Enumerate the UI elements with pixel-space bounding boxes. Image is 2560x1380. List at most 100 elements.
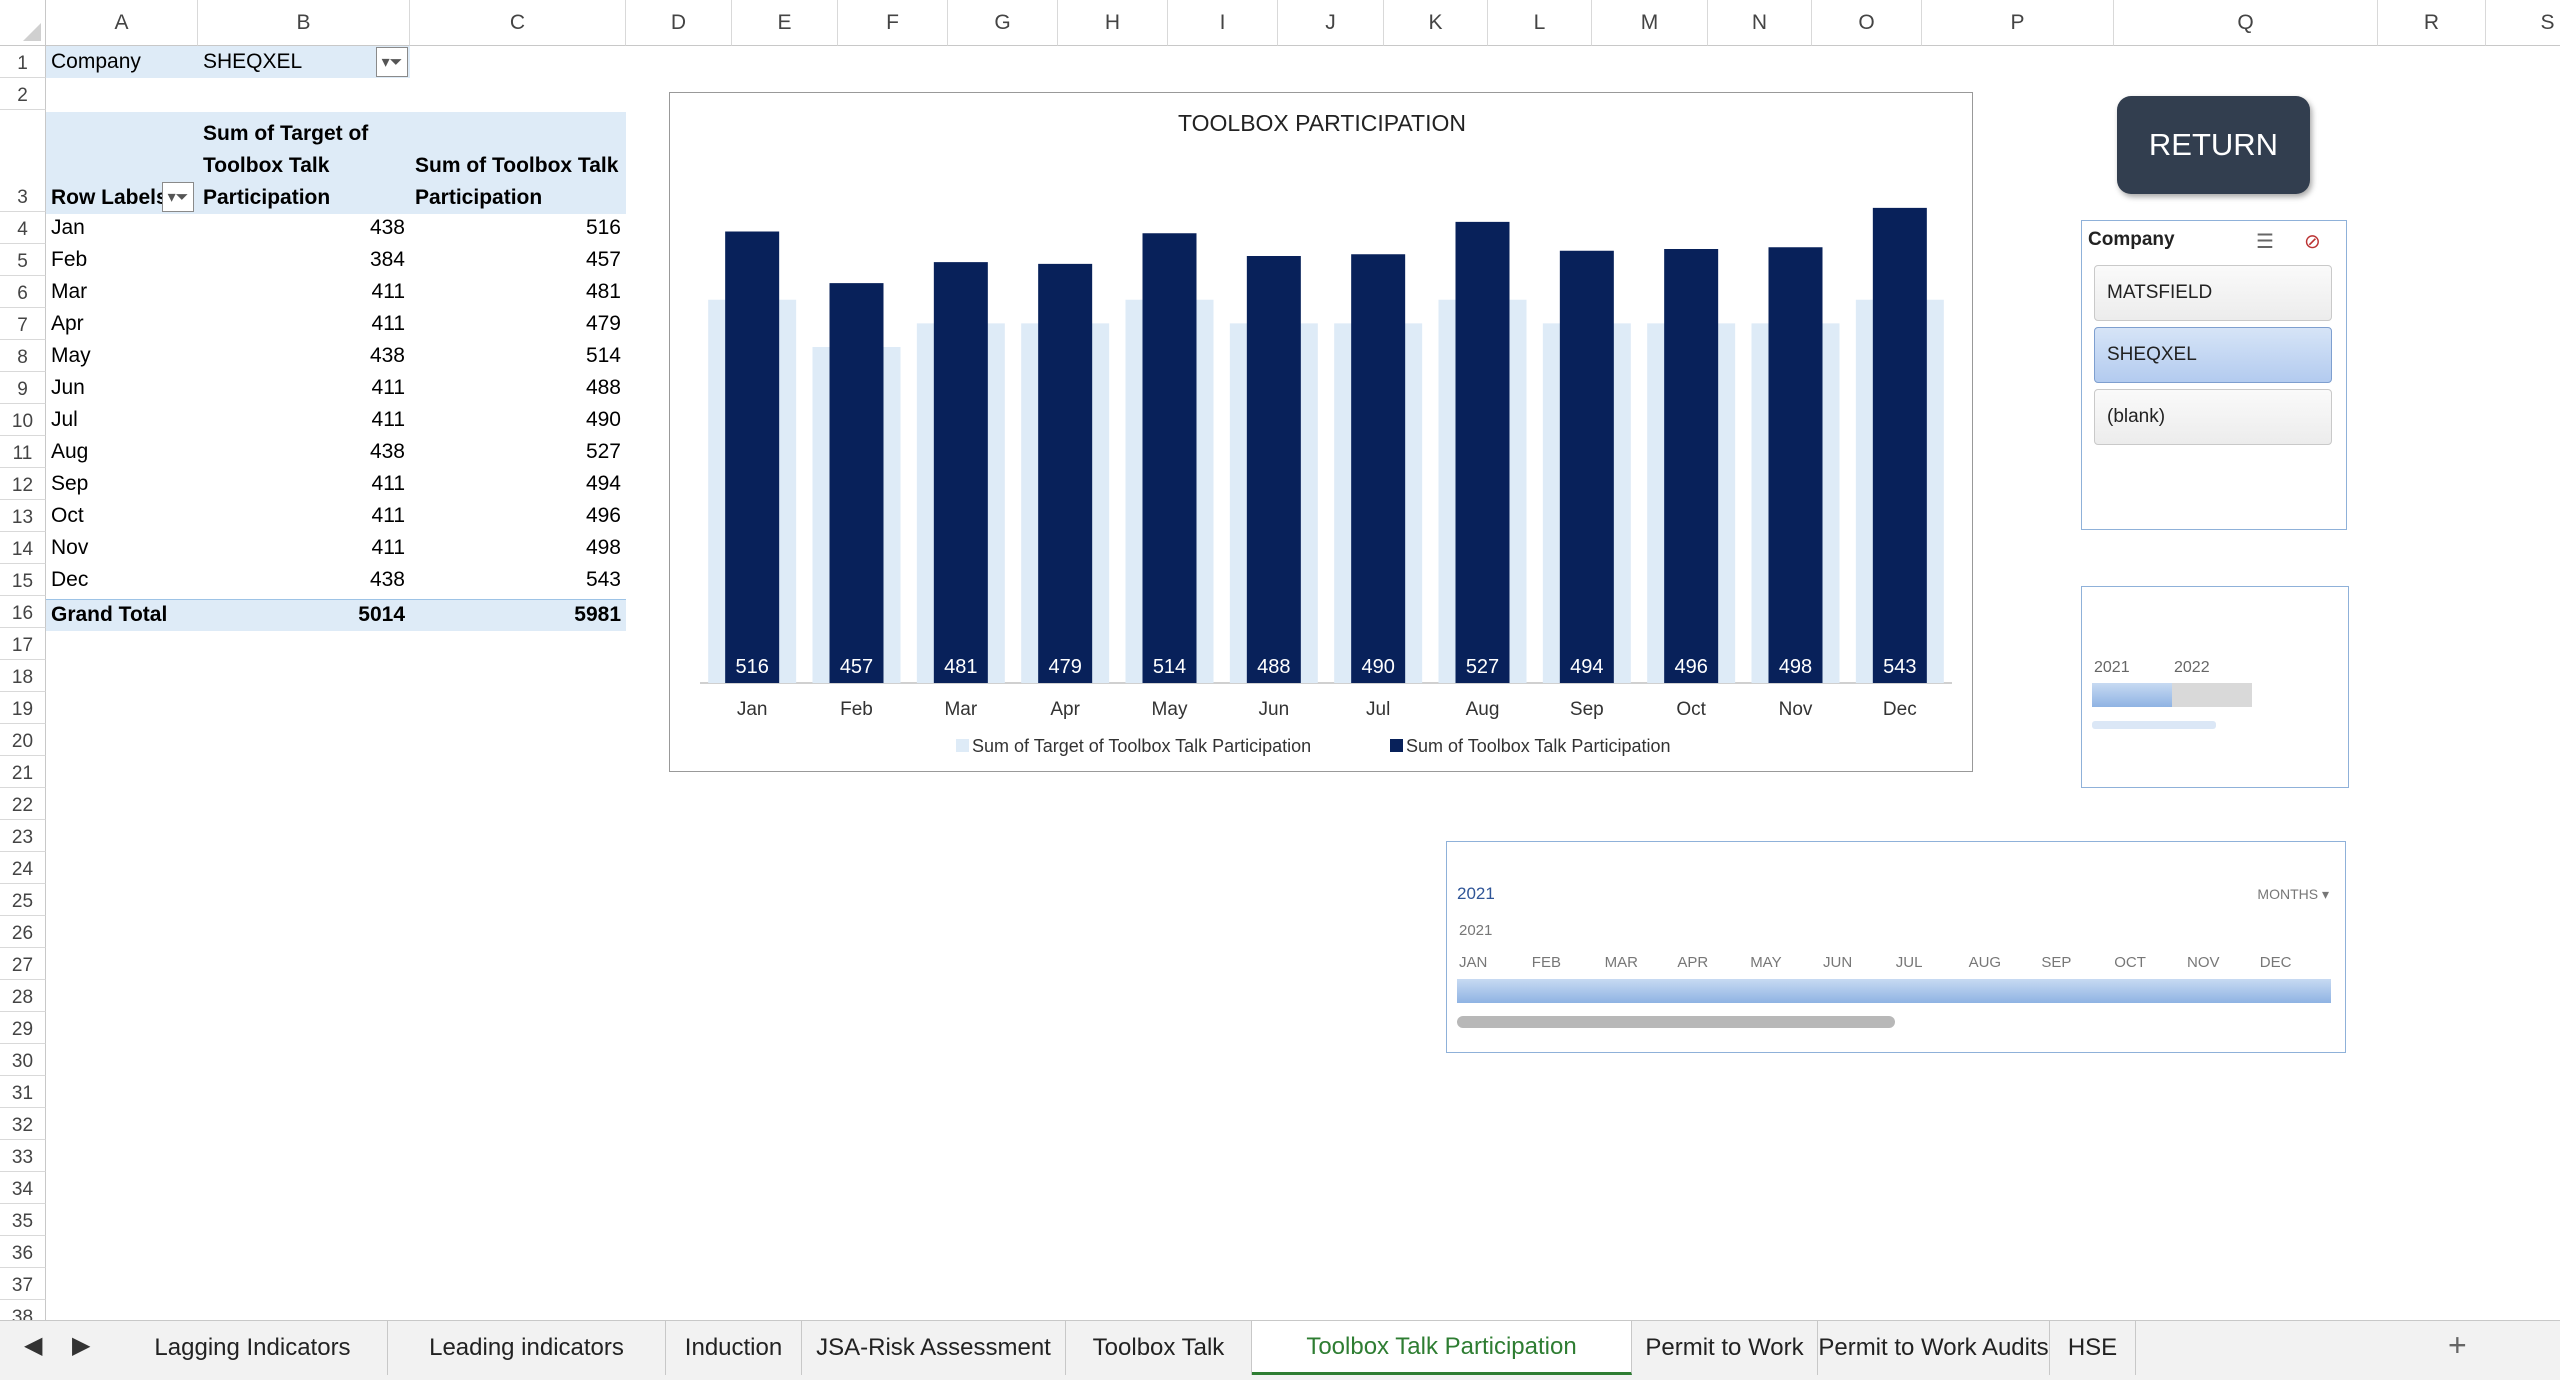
- next-sheet-icon[interactable]: ▶: [72, 1331, 90, 1360]
- row-header-28[interactable]: 28: [0, 980, 46, 1012]
- column-header-E[interactable]: E: [732, 0, 838, 46]
- sheet-tab-permit-to-work-audits[interactable]: Permit to Work Audits: [1818, 1321, 2050, 1375]
- row-header-18[interactable]: 18: [0, 660, 46, 692]
- select-all-corner[interactable]: [0, 0, 46, 46]
- row-header-36[interactable]: 36: [0, 1236, 46, 1268]
- filter-dropdown-button[interactable]: ▾⏷: [376, 47, 408, 77]
- row-header-21[interactable]: 21: [0, 756, 46, 788]
- row-header-33[interactable]: 33: [0, 1140, 46, 1172]
- timeline-scrollbar[interactable]: [2092, 721, 2216, 729]
- row-header-20[interactable]: 20: [0, 724, 46, 756]
- column-header-R[interactable]: R: [2378, 0, 2486, 46]
- company-slicer[interactable]: Company ☰ ⊘ MATSFIELD SHEQXEL (blank): [2081, 220, 2347, 530]
- toolbox-participation-chart[interactable]: TOOLBOX PARTICIPATION 516 Jan 457 Feb 481 Mar 4…: [669, 92, 1973, 772]
- timeline-level-select[interactable]: MONTHS ▾: [2257, 886, 2329, 903]
- timeline-month-jan[interactable]: JAN: [1459, 954, 1487, 971]
- timeline-scroll-thumb[interactable]: [1457, 1016, 1895, 1028]
- sheet-tab-permit-to-work[interactable]: Permit to Work: [1632, 1321, 1818, 1375]
- sheet-tab-toolbox-talk-participation[interactable]: Toolbox Talk Participation: [1252, 1321, 1632, 1375]
- timeline-year-2021[interactable]: 2021: [2094, 659, 2130, 677]
- timeline-month-sep[interactable]: SEP: [2041, 954, 2071, 971]
- row-header-37[interactable]: 37: [0, 1268, 46, 1300]
- row-header-30[interactable]: 30: [0, 1044, 46, 1076]
- sheet-tab-toolbox-talk[interactable]: Toolbox Talk: [1066, 1321, 1252, 1375]
- slicer-item-sheqxel[interactable]: SHEQXEL: [2094, 327, 2332, 383]
- timeline-month-bar[interactable]: [1457, 979, 2331, 1003]
- column-header-D[interactable]: D: [626, 0, 732, 46]
- timeline-year-2022[interactable]: 2022: [2174, 659, 2210, 677]
- timeline-month-aug[interactable]: AUG: [1969, 954, 2002, 971]
- sheet-tab-leading-indicators[interactable]: Leading indicators: [388, 1321, 666, 1375]
- timeline-month-oct[interactable]: OCT: [2114, 954, 2146, 971]
- sheet-tab-induction[interactable]: Induction: [666, 1321, 802, 1375]
- column-header-B[interactable]: B: [198, 0, 410, 46]
- add-sheet-button[interactable]: +: [2448, 1327, 2467, 1364]
- row-header-8[interactable]: 8: [0, 340, 46, 372]
- row-header-9[interactable]: 9: [0, 372, 46, 404]
- column-header-P[interactable]: P: [1922, 0, 2114, 46]
- month-timeline[interactable]: 2021 MONTHS ▾ 2021 JAN FEB MAR APR MAY JUN JUL…: [1446, 841, 2346, 1053]
- sheet-tab-hse[interactable]: HSE: [2050, 1321, 2136, 1375]
- column-header-Q[interactable]: Q: [2114, 0, 2378, 46]
- column-header-K[interactable]: K: [1384, 0, 1488, 46]
- row-header-29[interactable]: 29: [0, 1012, 46, 1044]
- column-header-S[interactable]: S: [2486, 0, 2560, 46]
- row-header-31[interactable]: 31: [0, 1076, 46, 1108]
- timeline-month-dec[interactable]: DEC: [2260, 954, 2292, 971]
- sheet-tab-jsa-risk-assessment[interactable]: JSA-Risk Assessment: [802, 1321, 1066, 1375]
- column-header-L[interactable]: L: [1488, 0, 1592, 46]
- row-header-15[interactable]: 15: [0, 564, 46, 596]
- column-header-I[interactable]: I: [1168, 0, 1278, 46]
- row-header-7[interactable]: 7: [0, 308, 46, 340]
- row-header-16[interactable]: 16: [0, 596, 46, 628]
- row-header-12[interactable]: 12: [0, 468, 46, 500]
- year-timeline[interactable]: 2021 2022: [2081, 586, 2349, 788]
- column-header-A[interactable]: A: [46, 0, 198, 46]
- worksheet[interactable]: ABCDEFGHIJKLMNOPQRS 1 2 3 4 5 6 7 8 9 10 11 12 13 14 1…: [0, 0, 2560, 1320]
- row-header-24[interactable]: 24: [0, 852, 46, 884]
- column-header-C[interactable]: C: [410, 0, 626, 46]
- column-header-O[interactable]: O: [1812, 0, 1922, 46]
- sheet-tab-lagging-indicators[interactable]: Lagging Indicators: [118, 1321, 388, 1375]
- row-header-11[interactable]: 11: [0, 436, 46, 468]
- multi-select-icon[interactable]: ☰: [2256, 229, 2274, 254]
- timeline-month-nov[interactable]: NOV: [2187, 954, 2220, 971]
- column-header-M[interactable]: M: [1592, 0, 1708, 46]
- column-header-G[interactable]: G: [948, 0, 1058, 46]
- row-header-14[interactable]: 14: [0, 532, 46, 564]
- row-header-4[interactable]: 4: [0, 212, 46, 244]
- row-header-19[interactable]: 19: [0, 692, 46, 724]
- row-header-22[interactable]: 22: [0, 788, 46, 820]
- timeline-selected-bar[interactable]: [2092, 683, 2172, 707]
- row-header-38[interactable]: 38: [0, 1300, 46, 1320]
- row-header-26[interactable]: 26: [0, 916, 46, 948]
- row-header-27[interactable]: 27: [0, 948, 46, 980]
- row-labels-filter-button[interactable]: ▾⏷: [162, 182, 194, 212]
- slicer-item-matsfield[interactable]: MATSFIELD: [2094, 265, 2332, 321]
- column-header-H[interactable]: H: [1058, 0, 1168, 46]
- row-header-34[interactable]: 34: [0, 1172, 46, 1204]
- timeline-month-apr[interactable]: APR: [1677, 954, 1708, 971]
- row-header-23[interactable]: 23: [0, 820, 46, 852]
- timeline-month-jul[interactable]: JUL: [1896, 954, 1923, 971]
- prev-sheet-icon[interactable]: ◀: [24, 1331, 42, 1360]
- row-header-25[interactable]: 25: [0, 884, 46, 916]
- column-header-N[interactable]: N: [1708, 0, 1812, 46]
- timeline-unselected-bar[interactable]: [2172, 683, 2252, 707]
- timeline-month-jun[interactable]: JUN: [1823, 954, 1852, 971]
- row-header-5[interactable]: 5: [0, 244, 46, 276]
- row-header-6[interactable]: 6: [0, 276, 46, 308]
- row-header-1[interactable]: 1: [0, 46, 46, 78]
- row-header-2[interactable]: 2: [0, 78, 46, 110]
- clear-filter-icon[interactable]: ⊘: [2304, 229, 2321, 254]
- row-header-10[interactable]: 10: [0, 404, 46, 436]
- column-header-F[interactable]: F: [838, 0, 948, 46]
- row-header-13[interactable]: 13: [0, 500, 46, 532]
- row-header-32[interactable]: 32: [0, 1108, 46, 1140]
- row-header-3[interactable]: 3: [0, 110, 46, 212]
- slicer-item-blank[interactable]: (blank): [2094, 389, 2332, 445]
- timeline-month-mar[interactable]: MAR: [1605, 954, 1638, 971]
- column-header-J[interactable]: J: [1278, 0, 1384, 46]
- timeline-month-feb[interactable]: FEB: [1532, 954, 1561, 971]
- row-header-35[interactable]: 35: [0, 1204, 46, 1236]
